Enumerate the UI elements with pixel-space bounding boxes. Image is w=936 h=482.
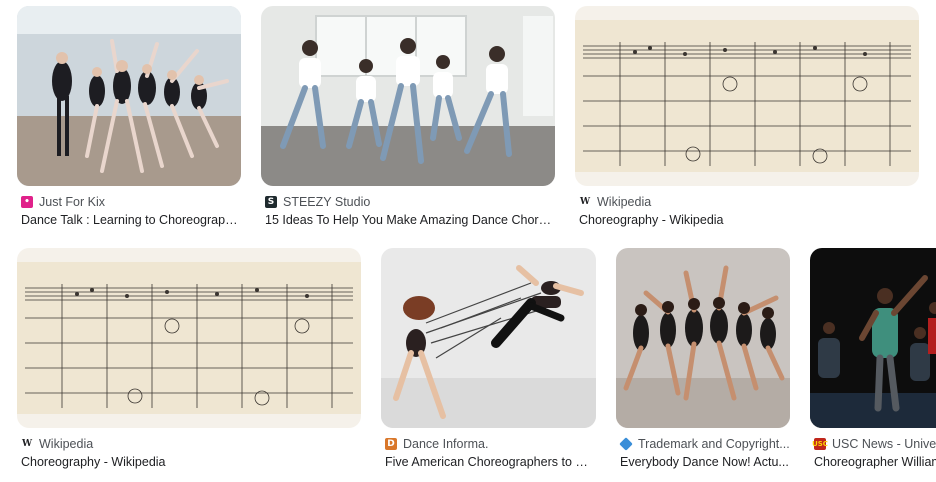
result-thumbnail[interactable] — [261, 6, 555, 186]
image-result-card[interactable]: USC USC News - Univers Choreographer Wil… — [810, 248, 936, 476]
result-thumbnail[interactable] — [575, 6, 919, 186]
source-label: USC News - Univers — [832, 437, 936, 451]
result-source[interactable]: D Dance Informa. — [385, 436, 488, 452]
result-title[interactable]: Choreography - Wikipedia — [579, 211, 919, 229]
image-result-card[interactable]: S STEEZY Studio 15 Ideas To Help You Mak… — [261, 6, 555, 234]
wikipedia-favicon-icon: W — [579, 196, 591, 208]
result-thumbnail[interactable] — [17, 6, 241, 186]
source-label: Wikipedia — [597, 195, 652, 209]
result-thumbnail[interactable] — [616, 248, 790, 428]
steezy-favicon-icon: S — [265, 196, 277, 208]
result-source[interactable]: S STEEZY Studio — [265, 194, 370, 210]
source-label: Just For Kix — [39, 195, 105, 209]
result-source[interactable]: • Just For Kix — [21, 194, 105, 210]
result-thumbnail[interactable] — [810, 248, 936, 428]
result-title[interactable]: Five American Choreographers to W... — [385, 453, 596, 471]
image-result-card[interactable]: W Wikipedia Choreography - Wikipedia — [575, 6, 919, 234]
result-title[interactable]: 15 Ideas To Help You Make Amazing Dance … — [265, 211, 555, 229]
source-label: Wikipedia — [39, 437, 94, 451]
result-title[interactable]: Dance Talk : Learning to Choreograph... — [21, 211, 241, 229]
result-source[interactable]: W Wikipedia — [21, 436, 93, 452]
usc-favicon-icon: USC — [812, 438, 828, 450]
source-label: Trademark and Copyright... — [638, 437, 790, 451]
result-title[interactable]: Choreographer William — [814, 453, 936, 471]
dance-informa-favicon-icon: D — [385, 438, 397, 450]
result-source[interactable]: W Wikipedia — [579, 194, 651, 210]
image-result-card[interactable]: Trademark and Copyright... Everybody Dan… — [616, 248, 790, 476]
source-label: Dance Informa. — [403, 437, 489, 451]
result-source[interactable]: Trademark and Copyright... — [619, 436, 790, 452]
result-title[interactable]: Everybody Dance Now! Actu... — [620, 453, 790, 471]
kix-favicon-icon: • — [21, 196, 33, 208]
image-result-card[interactable]: D Dance Informa. Five American Choreogra… — [381, 248, 596, 476]
result-source[interactable]: USC USC News - Univers — [812, 436, 936, 452]
result-title[interactable]: Choreography - Wikipedia — [21, 453, 361, 471]
wikipedia-favicon-icon: W — [21, 438, 33, 450]
image-result-card[interactable]: W Wikipedia Choreography - Wikipedia — [17, 248, 361, 476]
result-thumbnail[interactable] — [17, 248, 361, 428]
image-result-card[interactable]: • Just For Kix Dance Talk : Learning to … — [17, 6, 241, 234]
trademark-favicon-icon — [619, 437, 633, 451]
source-label: STEEZY Studio — [283, 195, 371, 209]
result-thumbnail[interactable] — [381, 248, 596, 428]
